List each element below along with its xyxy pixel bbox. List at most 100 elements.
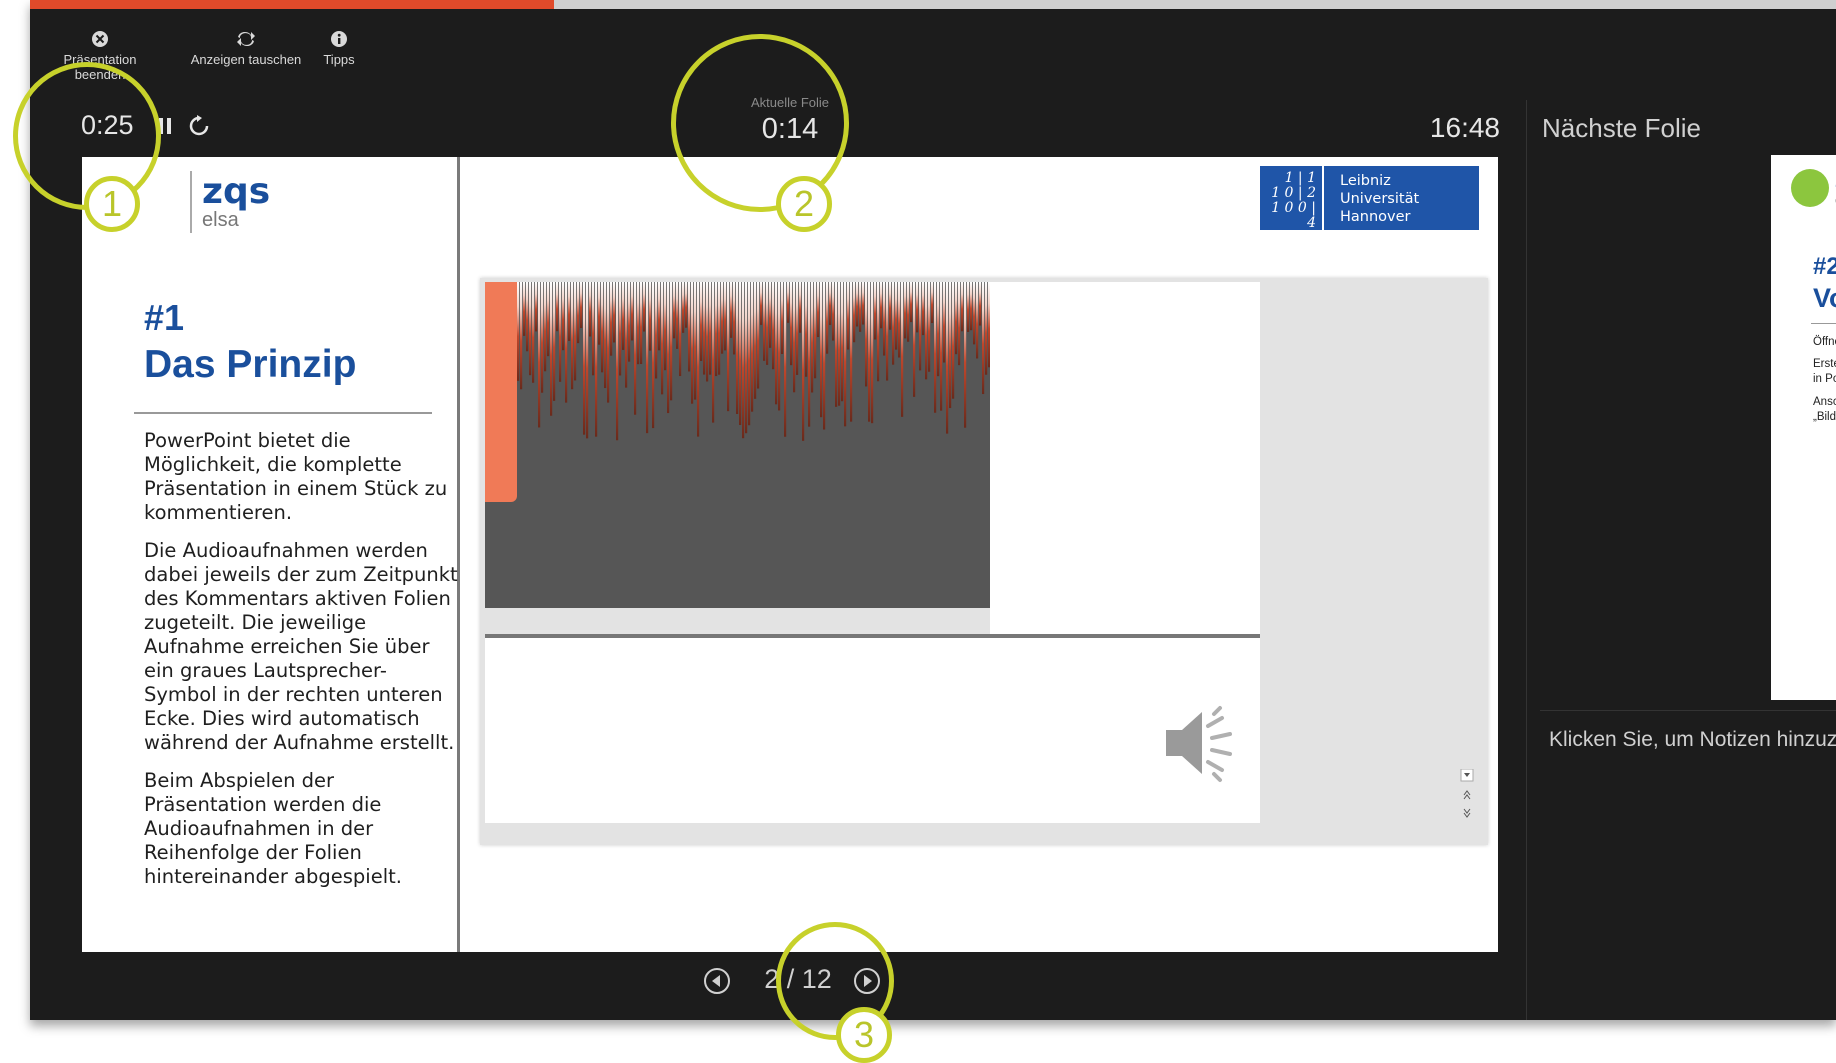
- waveform-spike: [892, 282, 895, 365]
- waveform-spike: [727, 282, 730, 412]
- waveform-spike: [538, 282, 541, 428]
- slide-paragraph-2: Die Audioaufnahmen werden dabei jeweils …: [144, 539, 458, 755]
- waveform-graphic: [517, 282, 990, 441]
- waveform-spike: [565, 282, 568, 403]
- tips-label: Tipps: [323, 52, 355, 67]
- slide-number-heading: #1: [144, 297, 185, 338]
- waveform-spike: [850, 282, 853, 422]
- waveform-spike: [643, 282, 646, 332]
- waveform-spike: [553, 282, 556, 401]
- waveform-spike: [970, 282, 973, 331]
- waveform-spike: [526, 282, 529, 352]
- waveform-spike: [781, 282, 784, 355]
- waveform-spike: [709, 282, 712, 375]
- text-line: ein graues Lautsprecher-: [144, 659, 387, 682]
- text-line: PowerPoint bietet die: [144, 429, 351, 452]
- waveform-spike: [985, 282, 988, 375]
- waveform-spike: [907, 282, 910, 342]
- waveform-spike: [634, 282, 637, 415]
- waveform-spike: [931, 282, 934, 324]
- waveform-spike: [817, 282, 820, 338]
- waveform-spike: [820, 282, 823, 418]
- waveform-spike: [682, 282, 685, 333]
- waveform-spike: [859, 282, 862, 332]
- waveform-spike: [739, 282, 742, 426]
- waveform-spike: [592, 282, 595, 376]
- waveform-spike: [751, 282, 754, 412]
- waveform-spike: [832, 282, 835, 341]
- waveform-spike: [547, 282, 550, 357]
- waveform-spike: [589, 282, 592, 337]
- swap-arrows-icon: [188, 30, 304, 48]
- thumb-text-line: in Power: [1813, 373, 1836, 385]
- waveform-spike: [793, 282, 796, 393]
- waveform-spike: [721, 282, 724, 354]
- previous-slide-button[interactable]: [702, 966, 732, 1001]
- waveform-spike: [673, 282, 676, 339]
- waveform-spike: [964, 282, 967, 428]
- text-line: Die Audioaufnahmen werden: [144, 539, 428, 562]
- current-slide[interactable]: zqs elsa #1 Das Prinzip PowerPoint biete…: [82, 157, 1498, 952]
- waveform-spike: [574, 282, 577, 381]
- waveform-spike: [796, 282, 799, 375]
- waveform-spike: [625, 282, 628, 388]
- waveform-spike: [982, 282, 985, 395]
- waveform-spike: [748, 282, 751, 426]
- waveform-spike: [658, 282, 661, 351]
- pane-divider[interactable]: [1526, 100, 1527, 1020]
- waveform-spike: [973, 282, 976, 345]
- waveform-spike: [577, 282, 580, 344]
- waveform-spike: [844, 282, 847, 427]
- notes-placeholder[interactable]: Klicken Sie, um Notizen hinzuzu: [1549, 728, 1836, 752]
- waveform-spike: [919, 282, 922, 371]
- waveform-spike: [910, 282, 913, 323]
- info-icon: [316, 30, 362, 48]
- swap-displays-label: Anzeigen tauschen: [190, 52, 302, 67]
- waveform-spike: [757, 282, 760, 389]
- tips-button[interactable]: Tipps: [316, 30, 362, 67]
- waveform-spike: [868, 282, 871, 422]
- callout-badge-2: 2: [776, 176, 832, 232]
- reset-timer-icon[interactable]: [188, 115, 210, 142]
- waveform-spike: [718, 282, 721, 375]
- waveform-spike: [871, 282, 874, 424]
- zqs-logo-text: zqs: [202, 171, 271, 212]
- text-line: Reihenfolge der Folien: [144, 841, 362, 864]
- waveform-spike: [880, 282, 883, 329]
- waveform-spike: [529, 282, 532, 376]
- waveform-spike: [724, 282, 727, 351]
- waveform-spike: [598, 282, 601, 345]
- waveform-spike: [799, 282, 802, 333]
- waveform-spike: [805, 282, 808, 377]
- waveform-spike: [523, 282, 526, 336]
- next-slide-thumbnail[interactable]: zq elsa #2 Vorb Öffnen S Erstellen in Po…: [1771, 155, 1836, 700]
- presenter-view-window: Präsentation beenden Anzeigen tauschen T…: [30, 0, 1836, 1020]
- text-line: während der Aufnahme erstellt.: [144, 731, 455, 754]
- callout-badge-3: 3: [836, 1007, 892, 1063]
- waveform-spike: [703, 282, 706, 375]
- thumb-text-line: „Bildschi: [1813, 411, 1836, 423]
- waveform-spike: [571, 282, 574, 390]
- luh-symbol-line: 1 0 0 | 4: [1271, 200, 1316, 231]
- text-line: Symbol in der rechten unteren: [144, 683, 443, 706]
- elsa-logo-circle: [1791, 169, 1829, 207]
- waveform-spike: [607, 282, 610, 403]
- waveform-spike: [952, 282, 955, 399]
- waveform-spike: [697, 282, 700, 437]
- text-line: Ecke. Dies wird automatisch: [144, 707, 420, 730]
- close-circle-icon: [38, 30, 162, 48]
- waveform-spike: [649, 282, 652, 351]
- slide-title: Das Prinzip: [144, 343, 357, 386]
- waveform-spike: [979, 282, 982, 326]
- waveform-spike: [562, 282, 565, 351]
- waveform-spike: [685, 282, 688, 328]
- waveform-spike: [775, 282, 778, 405]
- waveform-spike: [670, 282, 673, 401]
- waveform-spike: [640, 282, 643, 365]
- waveform-spike: [862, 282, 865, 325]
- waveform-spike: [856, 282, 859, 327]
- thumb-text-line: Anschliel: [1813, 396, 1836, 408]
- next-slide-label: Nächste Folie: [1542, 113, 1701, 143]
- swap-displays-button[interactable]: Anzeigen tauschen: [188, 30, 304, 67]
- luh-symbol: 1 | 1 1 0 | 2 1 0 0 | 4: [1260, 166, 1324, 231]
